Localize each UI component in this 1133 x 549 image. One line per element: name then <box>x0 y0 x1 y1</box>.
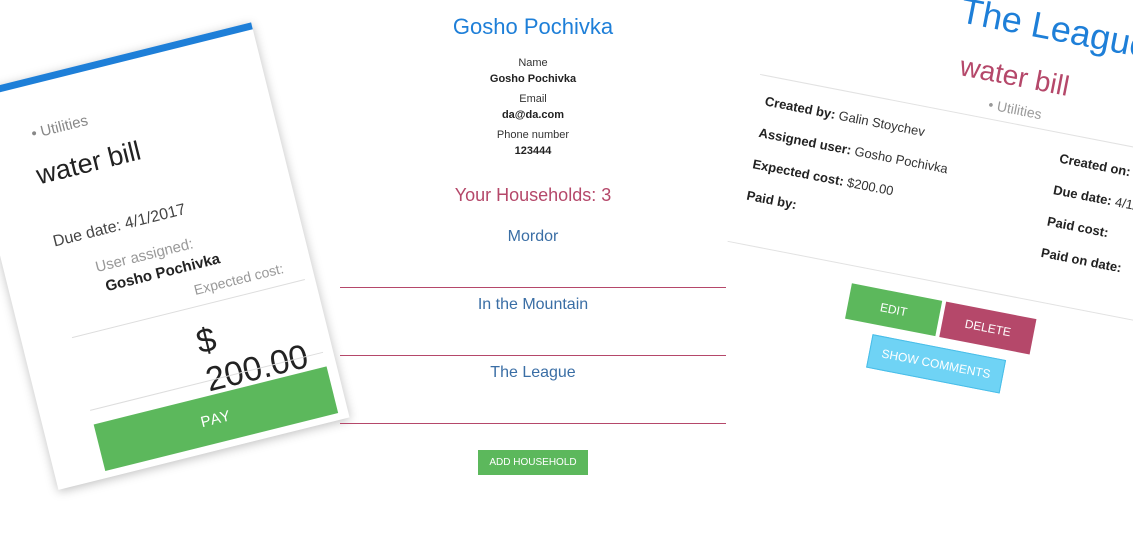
paid-cost-label: Paid cost: <box>1046 214 1110 241</box>
profile-section: Gosho Pochivka Name Gosho Pochivka Email… <box>340 0 726 475</box>
email-value: da@da.com <box>340 109 726 121</box>
due-date-label: Due date: <box>1052 182 1113 208</box>
households-list: Mordor In the Mountain The League <box>340 220 726 424</box>
name-label: Name <box>340 57 726 69</box>
due-date-value: 4/1/ <box>1114 194 1133 213</box>
household-link-in-the-mountain[interactable]: In the Mountain <box>340 288 726 356</box>
paid-by-row: Paid by: <box>745 188 798 212</box>
page-title: Gosho Pochivka <box>340 14 726 40</box>
households-title: Your Households: 3 <box>340 185 726 206</box>
household-link-the-league[interactable]: The League <box>340 356 726 424</box>
created-on-label: Created on: <box>1058 151 1132 180</box>
bill-card: • Utilities water bill Due date: 4/1/201… <box>0 22 350 489</box>
expected-cost-details-label: Expected cost: <box>751 156 845 188</box>
assigned-user-value: Gosho Pochivka <box>853 144 949 177</box>
assigned-user-label: Assigned user: <box>758 125 853 158</box>
expected-cost-details-value: $200.00 <box>846 175 895 199</box>
bill-details-panel: The League water bill • Utilities Create… <box>665 0 1133 549</box>
phone-label: Phone number <box>340 129 726 141</box>
due-date-row: Due date: 4/1/ <box>1052 182 1133 213</box>
phone-value: 123444 <box>340 145 726 157</box>
bill-details-category: • Utilities <box>987 96 1043 122</box>
created-on-row: Created on: 3 <box>1058 151 1133 182</box>
created-by-value: Galin Stoychev <box>837 108 926 139</box>
household-link-mordor[interactable]: Mordor <box>340 220 726 288</box>
bill-category: • Utilities <box>30 112 90 142</box>
paid-cost-row: Paid cost: <box>1046 214 1110 241</box>
created-by-label: Created by: <box>764 94 837 122</box>
add-household-button[interactable]: ADD HOUSEHOLD <box>478 450 587 475</box>
bill-title: water bill <box>33 135 144 191</box>
name-value: Gosho Pochivka <box>340 73 726 85</box>
paid-on-date-label: Paid on date: <box>1040 245 1123 275</box>
paid-on-date-row: Paid on date: <box>1040 245 1123 275</box>
paid-by-label: Paid by: <box>745 188 798 212</box>
edit-button[interactable]: EDIT <box>845 283 942 336</box>
bill-details-title: water bill <box>957 50 1072 102</box>
email-label: Email <box>340 93 726 105</box>
delete-button[interactable]: DELETE <box>939 302 1036 355</box>
